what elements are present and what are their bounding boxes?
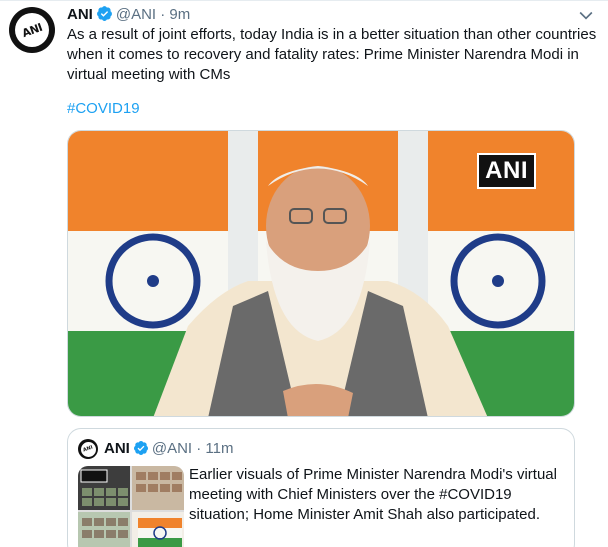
verified-badge-icon (96, 6, 112, 21)
quoted-handle: @ANI (151, 440, 193, 457)
verified-badge-icon (133, 441, 148, 455)
separator: · (160, 6, 166, 23)
quoted-display-name: ANI (104, 440, 130, 457)
tweet-media-image[interactable]: ANI (67, 130, 575, 417)
avatar[interactable]: ANI (9, 7, 55, 53)
ani-watermark: ANI (477, 153, 536, 189)
quoted-avatar: ANI (78, 439, 98, 459)
ani-logo: ANI (15, 13, 49, 47)
avatar-logo-text: ANI (20, 20, 44, 40)
chevron-down-icon[interactable] (576, 5, 596, 25)
handle[interactable]: @ANI (116, 6, 156, 23)
quoted-timestamp: 11m (205, 440, 234, 457)
quoted-tweet[interactable]: ANI ANI @ANI · 11m Earlier visuals of Pr… (67, 428, 575, 547)
ani-logo: ANI (80, 441, 96, 457)
tweet-header: ANI @ANI · 9m (67, 5, 578, 25)
tweet[interactable]: ANI ANI @ANI · 9m As a result of joint ef… (0, 0, 608, 547)
quoted-tweet-header: ANI @ANI · 11m (104, 439, 234, 459)
hashtag-link[interactable]: #COVID19 (67, 99, 140, 119)
quoted-avatar-logo-text: ANI (82, 444, 94, 454)
tweet-text: As a result of joint efforts, today Indi… (67, 26, 597, 83)
quoted-media-thumbnail (78, 466, 184, 547)
display-name[interactable]: ANI (67, 6, 93, 23)
thumbnail-collage (78, 466, 184, 547)
timestamp[interactable]: 9m (169, 6, 190, 23)
quoted-tweet-text: Earlier visuals of Prime Minister Narend… (189, 466, 557, 523)
quoted-separator: · (196, 440, 202, 457)
